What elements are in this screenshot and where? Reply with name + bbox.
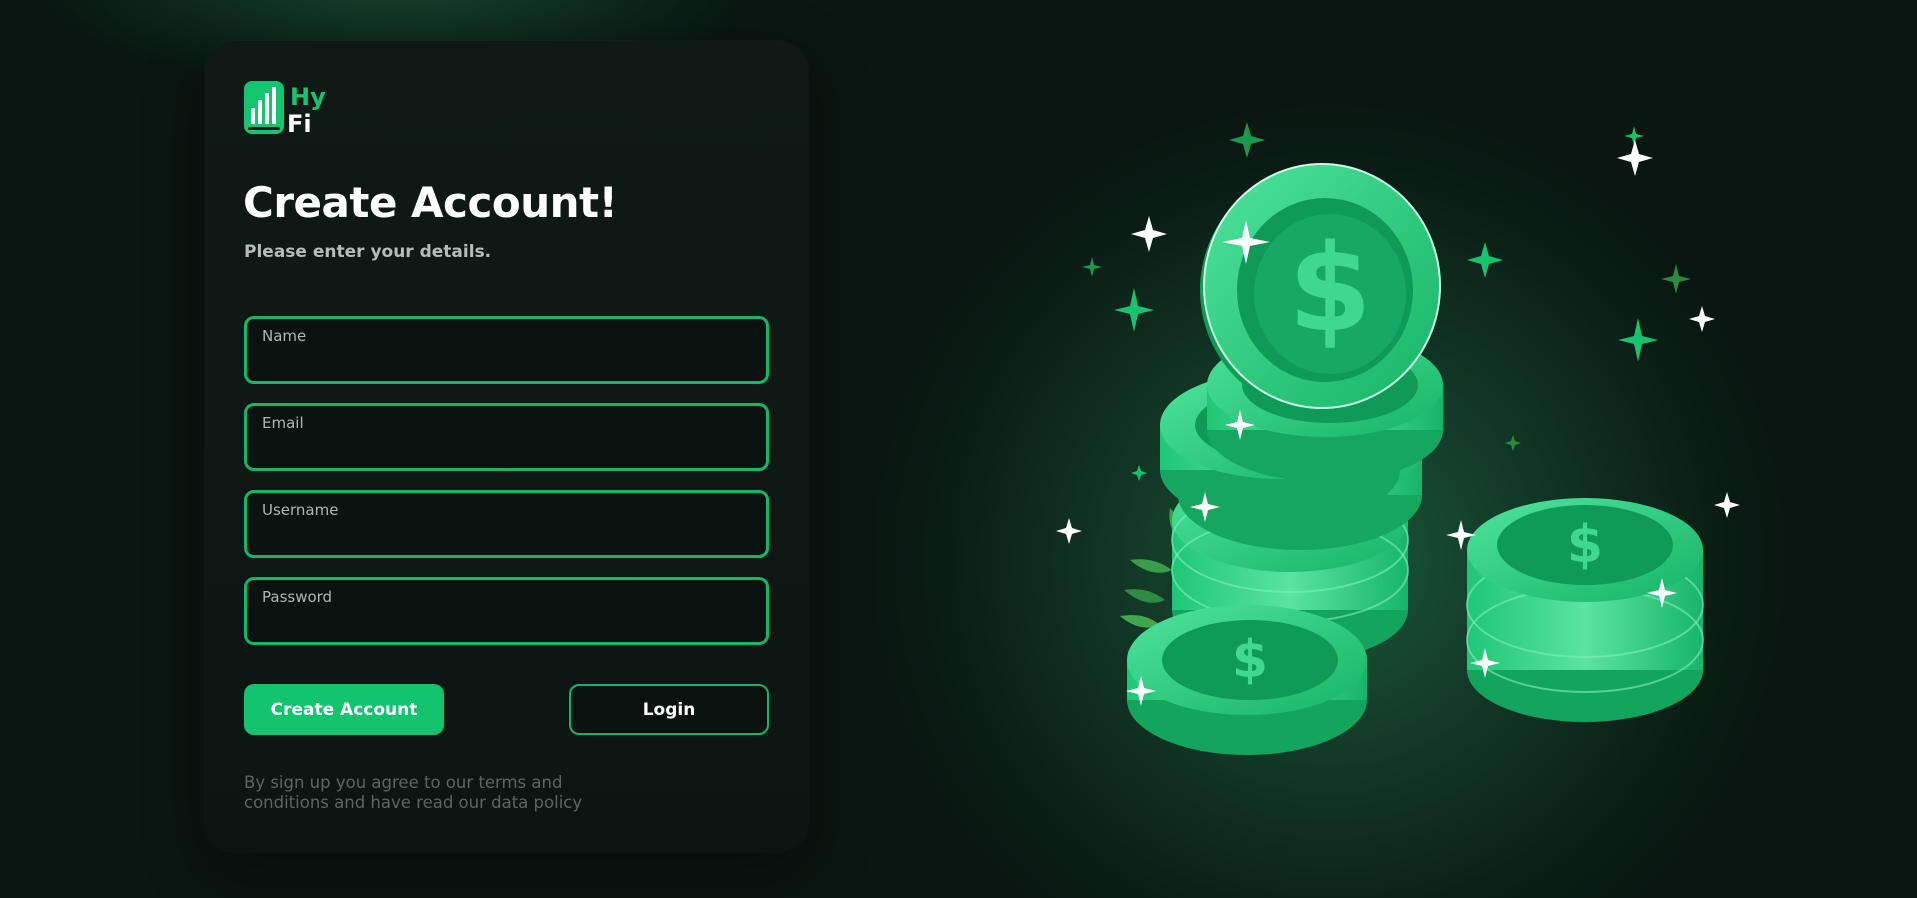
- password-field[interactable]: Password: [244, 577, 769, 645]
- upright-coin: $: [1200, 163, 1441, 412]
- coins-illustration: $ $ $ $: [1056, 122, 1740, 755]
- right-coin-stack: $: [1466, 498, 1704, 722]
- name-input[interactable]: [261, 349, 752, 373]
- email-label: Email: [262, 414, 304, 432]
- username-field[interactable]: Username: [244, 490, 769, 558]
- page-subtitle: Please enter your details.: [244, 242, 492, 262]
- name-label: Name: [262, 327, 307, 345]
- svg-text:$: $: [1288, 220, 1372, 359]
- username-input[interactable]: [261, 523, 752, 547]
- password-label: Password: [262, 588, 333, 606]
- login-button[interactable]: Login: [569, 684, 769, 735]
- svg-text:$: $: [1232, 630, 1268, 690]
- hyfi-logo: Hy Fi: [244, 81, 326, 138]
- name-field[interactable]: Name: [244, 316, 769, 384]
- svg-text:Fi: Fi: [287, 110, 312, 138]
- create-account-button[interactable]: Create Account: [244, 684, 444, 735]
- front-left-coin: $: [1127, 605, 1367, 755]
- password-input[interactable]: [261, 610, 752, 634]
- terms-text: By sign up you agree to our terms and co…: [244, 773, 583, 812]
- username-label: Username: [262, 501, 339, 519]
- svg-text:$: $: [1567, 515, 1603, 575]
- page-title: Create Account!: [243, 178, 618, 227]
- svg-text:Hy: Hy: [290, 83, 326, 111]
- email-input[interactable]: [261, 436, 752, 460]
- email-field[interactable]: Email: [244, 403, 769, 471]
